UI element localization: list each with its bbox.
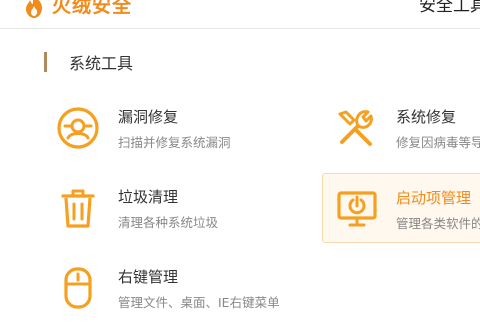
trash-bin-icon bbox=[54, 184, 102, 232]
tool-context-menu-manager[interactable]: 右键管理 管理文件、桌面、IE右键菜单 bbox=[44, 256, 344, 322]
tool-description: 管理各类软件的 bbox=[396, 216, 480, 231]
brand: 火绒安全 bbox=[22, 0, 132, 20]
section-title: 系统工具 bbox=[69, 54, 134, 73]
tool-description: 扫描并修复系统漏洞 bbox=[118, 135, 231, 150]
tool-name: 系统修复 bbox=[396, 108, 457, 126]
tool-name: 垃圾清理 bbox=[118, 188, 179, 206]
tool-description: 清理各种系统垃圾 bbox=[118, 215, 219, 230]
tool-name: 右键管理 bbox=[118, 268, 179, 286]
flame-logo-icon bbox=[26, 0, 42, 18]
brand-name: 火绒安全 bbox=[52, 0, 133, 17]
tool-description: 管理文件、桌面、IE右键菜单 bbox=[118, 295, 280, 310]
mouse-icon bbox=[54, 264, 102, 312]
tool-system-repair[interactable]: 系统修复 修复因病毒等导 bbox=[322, 96, 480, 162]
tool-name: 漏洞修复 bbox=[118, 108, 179, 126]
monitor-power-icon bbox=[333, 184, 381, 232]
window-title: 安全工具 bbox=[419, 0, 480, 16]
vulnerability-shield-icon bbox=[54, 104, 102, 152]
title-bar: 火绒安全 安全工具 bbox=[0, 0, 480, 29]
section-header: 系统工具 bbox=[44, 50, 133, 74]
tool-vulnerability-repair[interactable]: 漏洞修复 扫描并修复系统漏洞 bbox=[44, 96, 284, 162]
section-accent-bar bbox=[44, 52, 47, 72]
tool-name: 启动项管理 bbox=[396, 189, 472, 207]
tool-startup-manager[interactable]: 启动项管理 管理各类软件的 bbox=[322, 173, 480, 243]
tool-junk-cleanup[interactable]: 垃圾清理 清理各种系统垃圾 bbox=[44, 176, 284, 242]
tool-description: 修复因病毒等导 bbox=[396, 135, 480, 150]
wrench-screwdriver-icon bbox=[332, 104, 380, 152]
